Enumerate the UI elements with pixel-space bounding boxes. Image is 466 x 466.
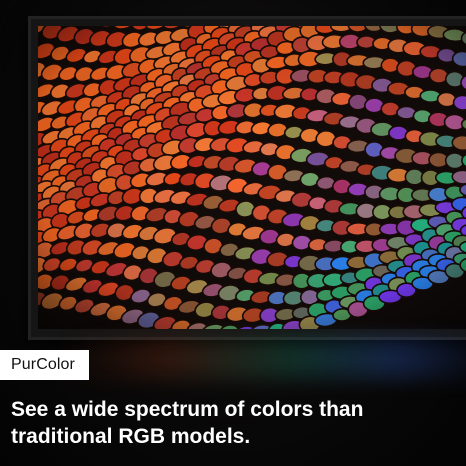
headline-line-1: See a wide spectrum of colors than (11, 398, 364, 421)
headline-line-2: traditional RGB models. (11, 425, 251, 448)
screen-vignette (38, 26, 466, 329)
tv-frame (28, 16, 466, 340)
tv-screen-artwork (38, 26, 466, 329)
headline-text: See a wide spectrum of colors than tradi… (11, 396, 451, 450)
feature-badge: PurColor (0, 350, 89, 380)
colorful-scales-pattern (38, 26, 466, 329)
floor-reflection (60, 338, 466, 378)
product-image-stage: PurColor See a wide spectrum of colors t… (0, 0, 466, 466)
